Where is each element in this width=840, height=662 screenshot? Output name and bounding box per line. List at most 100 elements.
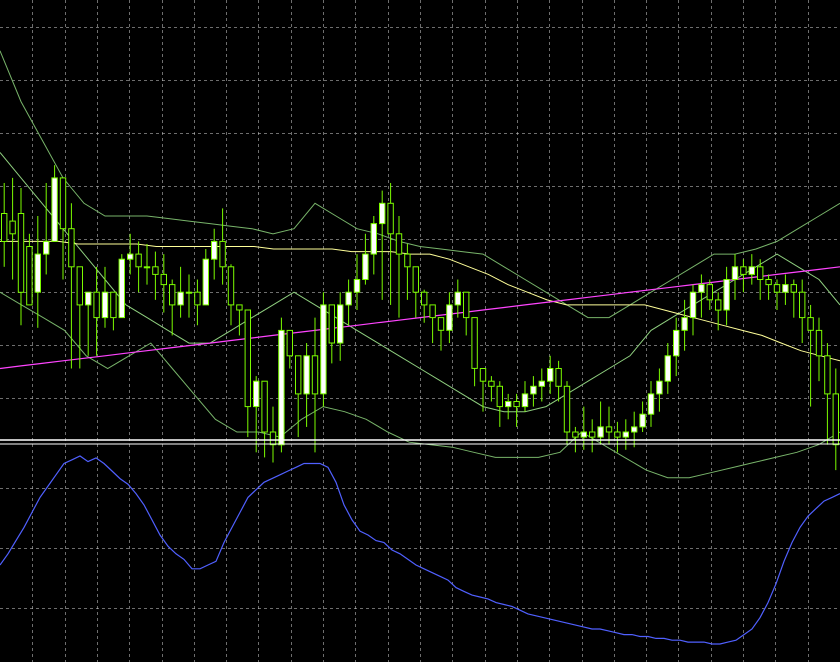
candlestick [143, 243, 151, 285]
candle-body [244, 309, 252, 408]
candle-body [328, 304, 336, 344]
candlestick [664, 343, 671, 394]
candle-body [17, 213, 25, 293]
candlestick [782, 274, 789, 305]
candle-body [127, 253, 134, 260]
candle-body [404, 253, 411, 268]
candlestick [387, 182, 394, 305]
candlestick [488, 376, 495, 402]
candlestick [1, 182, 8, 267]
candle-body [93, 291, 100, 319]
candle-body [101, 291, 109, 319]
candle-body [211, 240, 218, 260]
candlestick [261, 380, 268, 458]
candle-body [185, 291, 193, 294]
candle-body [799, 291, 806, 319]
candle-body [597, 426, 604, 438]
candlestick [110, 291, 117, 331]
candle-body [278, 329, 285, 446]
candle-body [236, 304, 243, 311]
candlestick [118, 254, 125, 319]
candle-body [807, 317, 814, 331]
candlestick [328, 304, 336, 364]
candle-body [479, 368, 487, 382]
candlestick [135, 241, 142, 293]
candle-body [605, 426, 613, 433]
candle-body [295, 355, 302, 395]
candle-body [815, 329, 823, 357]
candle-body [589, 431, 596, 438]
candle-body [194, 291, 201, 306]
candle-body [538, 380, 545, 387]
candlestick [76, 266, 83, 369]
candle-body [454, 291, 462, 306]
candle-body [269, 431, 277, 446]
candlestick [547, 355, 554, 394]
candlestick [597, 401, 604, 445]
candlestick [320, 292, 327, 407]
candle-body [765, 279, 772, 286]
candlestick [68, 203, 75, 369]
grid [0, 0, 840, 662]
candle-body [9, 220, 16, 235]
candlestick [34, 216, 41, 328]
candlestick [93, 266, 100, 356]
candlestick [219, 208, 226, 285]
candle-body [614, 431, 621, 438]
candle-body [286, 329, 294, 357]
candle-body [160, 273, 168, 286]
candle-body [496, 385, 504, 408]
candle-body [731, 266, 739, 280]
candle-body [118, 258, 125, 319]
candle-body [790, 284, 797, 293]
candlestick [815, 317, 823, 382]
candlestick [698, 274, 705, 318]
candle-body [555, 368, 562, 387]
candle-body [748, 266, 755, 275]
candle-body [370, 223, 378, 255]
candle-body [463, 291, 470, 319]
candlestick [622, 419, 629, 450]
candle-body [379, 202, 386, 225]
candle-body [43, 240, 50, 255]
candle-body [639, 413, 646, 428]
candlestick [303, 343, 310, 427]
candle-body [412, 266, 420, 293]
candle-body [110, 291, 117, 319]
candlestick [521, 381, 529, 412]
trading-chart [0, 0, 840, 662]
candlestick [589, 419, 596, 453]
candlestick [337, 292, 344, 361]
candle-body [673, 329, 680, 357]
candle-body [521, 393, 529, 408]
candle-body [664, 355, 671, 382]
candle-body [26, 246, 33, 306]
candlestick [656, 368, 663, 412]
candle-body [446, 304, 453, 331]
candlestick [17, 188, 25, 326]
candlestick [446, 292, 453, 344]
candle-body [303, 355, 310, 395]
candlestick [362, 233, 369, 285]
candle-body [135, 253, 142, 268]
candlestick [765, 274, 772, 300]
candlestick [211, 228, 218, 280]
candlestick [101, 266, 109, 328]
candle-body [488, 380, 495, 387]
candle-body [59, 177, 67, 230]
candlestick [412, 266, 420, 318]
candle-body [773, 284, 781, 293]
candle-body [740, 266, 747, 275]
candle-body [34, 253, 41, 293]
candle-body [143, 266, 151, 269]
candlestick [454, 279, 462, 318]
candlestick [824, 343, 831, 445]
candlestick [160, 254, 168, 313]
candle-body [51, 177, 58, 242]
candlestick [345, 279, 352, 326]
candlestick [177, 266, 184, 318]
candle-body [429, 304, 436, 319]
candlestick [194, 279, 201, 326]
candle-body [698, 284, 705, 293]
candle-body [261, 380, 268, 433]
